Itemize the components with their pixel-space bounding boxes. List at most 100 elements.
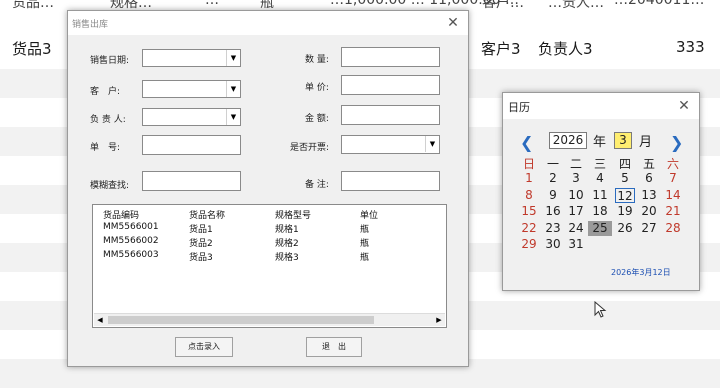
- weekday-label: 日: [522, 157, 535, 171]
- sheet-cell[interactable]: 货品…: [12, 0, 54, 12]
- sheet-cell[interactable]: …: [205, 0, 219, 8]
- calendar-day[interactable]: 29: [517, 237, 541, 252]
- weekday-label: 二: [569, 157, 582, 171]
- owner-combo[interactable]: ▼: [142, 108, 241, 126]
- weekday-label: 四: [618, 157, 631, 171]
- calendar-day[interactable]: 4: [588, 171, 612, 186]
- calendar-day[interactable]: 15: [517, 204, 541, 219]
- calendar-day[interactable]: 28: [661, 221, 685, 236]
- calendar-day[interactable]: 30: [541, 237, 565, 252]
- unit-price-input[interactable]: [341, 75, 440, 95]
- calendar-day[interactable]: 6: [637, 171, 661, 186]
- calendar-day[interactable]: 12: [615, 187, 635, 203]
- weekday-label: 六: [666, 157, 679, 171]
- calendar-day[interactable]: 11: [588, 188, 612, 203]
- list-column-header[interactable]: 规格型号: [275, 208, 311, 221]
- prev-month-icon[interactable]: ❮: [520, 133, 533, 152]
- calendar-day[interactable]: 17: [564, 204, 588, 219]
- calendar-day[interactable]: 26: [613, 221, 637, 236]
- remark-input[interactable]: [341, 171, 440, 191]
- calendar-day[interactable]: 31: [564, 237, 588, 252]
- month-input[interactable]: 3: [614, 132, 632, 149]
- sheet-cell-product[interactable]: 货品3: [12, 38, 52, 59]
- dropdown-arrow-icon[interactable]: ▼: [425, 136, 439, 152]
- calendar-day[interactable]: 9: [541, 188, 565, 203]
- year-input[interactable]: 2026: [549, 132, 587, 149]
- today-link[interactable]: 2026年3月12日: [611, 267, 671, 278]
- fuzzy-search-input[interactable]: [142, 171, 241, 191]
- dropdown-arrow-icon[interactable]: ▼: [226, 81, 240, 97]
- list-column-header[interactable]: 货品编码: [103, 208, 139, 221]
- amount-input[interactable]: [341, 105, 440, 125]
- calendar-day[interactable]: 3: [564, 171, 588, 186]
- sheet-cell[interactable]: …责人…: [548, 0, 604, 12]
- calendar-day[interactable]: 22: [517, 221, 541, 236]
- list-cell: MM5566002: [103, 236, 159, 246]
- calendar-day[interactable]: 19: [613, 204, 637, 219]
- calendar-day[interactable]: 23: [541, 221, 565, 236]
- calendar-day[interactable]: 18: [588, 204, 612, 219]
- exit-button[interactable]: 退 出: [306, 337, 362, 357]
- list-cell: 货品2: [189, 239, 213, 249]
- next-month-icon[interactable]: ❯: [670, 133, 683, 152]
- list-cell: 瓶: [360, 225, 370, 235]
- dropdown-arrow-icon[interactable]: ▼: [226, 50, 240, 66]
- quantity-label: 数 量:: [305, 55, 329, 65]
- calendar-day[interactable]: 1: [517, 171, 541, 186]
- dropdown-arrow-icon[interactable]: ▼: [226, 109, 240, 125]
- horizontal-scrollbar[interactable]: ◀ ▶: [94, 313, 445, 326]
- calendar-day[interactable]: 13: [637, 188, 661, 203]
- unit-price-label: 单 价:: [305, 83, 329, 93]
- doc-no-input[interactable]: [142, 135, 241, 155]
- list-column-header[interactable]: 单位: [360, 208, 378, 221]
- sheet-cell-number[interactable]: 333: [676, 38, 705, 56]
- list-cell: 瓶: [360, 239, 370, 249]
- scrollbar-thumb[interactable]: [108, 316, 374, 324]
- calendar-titlebar[interactable]: 日历 ✕: [503, 93, 699, 119]
- calendar-day[interactable]: 7: [661, 171, 685, 186]
- mouse-cursor-icon: [594, 301, 607, 318]
- close-icon[interactable]: ✕: [675, 97, 693, 115]
- sale-date-combo[interactable]: ▼: [142, 49, 241, 67]
- calendar-day[interactable]: 20: [637, 204, 661, 219]
- doc-no-label: 单 号:: [90, 143, 121, 153]
- quantity-input[interactable]: [341, 47, 440, 67]
- calendar-title: 日历: [508, 101, 530, 114]
- calendar-day[interactable]: 24: [564, 221, 588, 236]
- sheet-cell-customer[interactable]: 客户3: [481, 38, 521, 59]
- calendar-day[interactable]: 25: [588, 220, 612, 236]
- list-cell: 规格1: [275, 225, 299, 235]
- dialog-titlebar[interactable]: 销售出库 ✕: [68, 11, 468, 35]
- scroll-right-icon[interactable]: ▶: [433, 314, 445, 326]
- year-unit: 年: [593, 135, 607, 150]
- list-cell: 货品1: [189, 225, 213, 235]
- calendar-day[interactable]: 10: [564, 188, 588, 203]
- product-list[interactable]: 货品编码 货品名称 规格型号 单位 MM5566001 货品1 规格1 瓶 MM…: [92, 204, 447, 328]
- sales-outbound-dialog: 销售出库 ✕ 销售日期: ▼ 客 户: ▼ 负 责 人: ▼ 单 号: 模糊查找…: [67, 10, 469, 367]
- sheet-cell[interactable]: …2040011…: [614, 0, 704, 8]
- calendar-day[interactable]: 5: [613, 171, 637, 186]
- list-column-header[interactable]: 货品名称: [189, 208, 225, 221]
- calendar-day[interactable]: 2: [541, 171, 565, 186]
- customer-label: 客 户:: [90, 87, 121, 97]
- calendar-day[interactable]: 27: [637, 221, 661, 236]
- calendar-day[interactable]: 21: [661, 204, 685, 219]
- calendar-day[interactable]: 16: [541, 204, 565, 219]
- calendar-window: 日历 ✕ ❮ 2026 年 3 月 ❯ 日一二三四五六 1 2 3 4 5 6 7 8 9 10 1…: [502, 92, 700, 291]
- list-cell: 规格3: [275, 253, 299, 263]
- list-cell: 瓶: [360, 253, 370, 263]
- enter-button[interactable]: 点击录入: [175, 337, 233, 357]
- sheet-cell-owner[interactable]: 负责人3: [538, 38, 593, 59]
- close-icon[interactable]: ✕: [444, 14, 462, 32]
- weekday-label: 三: [593, 157, 606, 171]
- weekday-label: 一: [546, 157, 559, 171]
- sheet-cell[interactable]: 客户…: [482, 0, 524, 12]
- scroll-left-icon[interactable]: ◀: [94, 314, 106, 326]
- month-unit: 月: [639, 135, 653, 150]
- list-cell: MM5566001: [103, 222, 159, 232]
- calendar-day[interactable]: 8: [517, 188, 541, 203]
- amount-label: 金 额:: [305, 114, 329, 124]
- invoiced-combo[interactable]: ▼: [341, 135, 440, 154]
- customer-combo[interactable]: ▼: [142, 80, 241, 98]
- calendar-day[interactable]: 14: [661, 188, 685, 203]
